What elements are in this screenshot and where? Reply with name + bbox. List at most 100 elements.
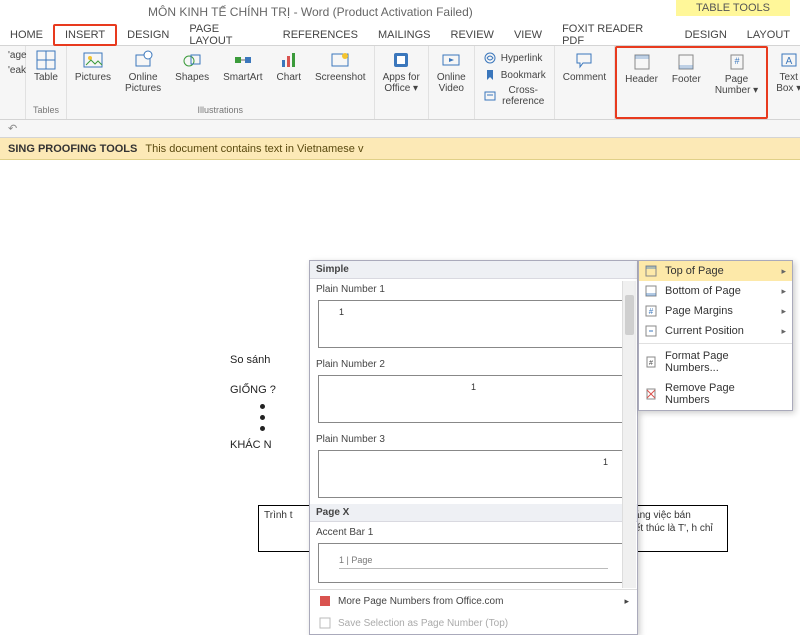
tab-home[interactable]: HOME	[0, 26, 53, 44]
tab-insert[interactable]: INSERT	[53, 24, 117, 46]
position-icon	[644, 324, 658, 338]
menu-format-numbers[interactable]: #Format Page Numbers...	[639, 346, 792, 378]
group-tables: Table Tables	[26, 46, 67, 119]
gallery-scrollbar[interactable]	[622, 281, 636, 588]
undo-icon[interactable]: ↶	[8, 122, 17, 135]
table-icon	[36, 50, 56, 70]
menu-current-position[interactable]: Current Position▸	[639, 321, 792, 341]
apps-button[interactable]: Apps for Office ▾	[379, 48, 424, 96]
bullet-icon	[260, 404, 265, 409]
video-icon	[441, 50, 461, 70]
tab-table-design[interactable]: DESIGN	[675, 26, 737, 44]
gallery-category: Simple	[310, 261, 637, 279]
pictures-button[interactable]: Pictures	[71, 48, 115, 85]
footer-icon	[676, 52, 696, 72]
tab-foxit[interactable]: FOXIT READER PDF	[552, 20, 675, 50]
gallery-preview-1[interactable]: 1	[318, 300, 629, 348]
chart-button[interactable]: Chart	[273, 48, 305, 85]
margins-icon: #	[644, 304, 658, 318]
bottom-page-icon	[644, 284, 658, 298]
chart-icon	[279, 50, 299, 70]
gallery-category: Page X	[310, 504, 637, 522]
comment-icon	[574, 50, 594, 70]
menu-page-margins[interactable]: #Page Margins▸	[639, 301, 792, 321]
tab-view[interactable]: VIEW	[504, 26, 552, 44]
group-pages: 'age 'eak	[0, 46, 26, 119]
apps-icon	[391, 50, 411, 70]
save-selection: Save Selection as Page Number (Top)	[310, 612, 637, 634]
gallery-option-label: Plain Number 1	[310, 279, 637, 298]
gallery-option-label: Accent Bar 1	[310, 522, 637, 541]
screenshot-icon	[330, 50, 350, 70]
header-icon	[632, 52, 652, 72]
table-button[interactable]: Table	[30, 48, 62, 85]
menu-top-of-page[interactable]: Top of Page▸	[639, 261, 792, 281]
office-icon	[318, 594, 332, 608]
comment-button[interactable]: Comment	[559, 48, 610, 85]
online-pictures-button[interactable]: Online Pictures	[121, 48, 165, 96]
tab-table-layout[interactable]: LAYOUT	[737, 26, 800, 44]
group-illustrations: Pictures Online Pictures Shapes SmartArt…	[67, 46, 375, 119]
gallery-option-label: Plain Number 2	[310, 354, 637, 373]
bullet-icon	[260, 426, 265, 431]
bookmark-icon	[483, 68, 497, 82]
bullet-icon	[260, 415, 265, 420]
window-title: MÔN KINH TẾ CHÍNH TRỊ - Word (Product Ac…	[148, 5, 473, 19]
shapes-button[interactable]: Shapes	[171, 48, 213, 85]
svg-text:#: #	[649, 307, 654, 316]
page-number-menu: Top of Page▸ Bottom of Page▸ #Page Margi…	[638, 260, 793, 411]
tab-mailings[interactable]: MAILINGS	[368, 26, 441, 44]
title-bar: MÔN KINH TẾ CHÍNH TRỊ - Word (Product Ac…	[0, 0, 800, 24]
save-icon	[318, 616, 332, 630]
hyperlink-icon	[483, 51, 497, 65]
menu-remove-numbers[interactable]: Remove Page Numbers	[639, 378, 792, 410]
tab-review[interactable]: REVIEW	[441, 26, 504, 44]
group-links: Hyperlink Bookmark Cross-reference	[475, 46, 555, 119]
msgbar-title: SING PROOFING TOOLS	[8, 143, 137, 155]
gallery-option-label: Plain Number 3	[310, 429, 637, 448]
remove-icon	[644, 387, 658, 401]
quick-access-bar: ↶	[0, 120, 800, 138]
online-pictures-icon	[133, 50, 153, 70]
smartart-button[interactable]: SmartArt	[219, 48, 266, 85]
table-tools-label: TABLE TOOLS	[676, 0, 790, 16]
gallery-preview-3[interactable]: 1	[318, 450, 629, 498]
hyperlink-button[interactable]: Hyperlink	[479, 50, 550, 66]
header-button[interactable]: Header	[621, 50, 662, 87]
group-label-tables: Tables	[30, 105, 62, 117]
menu-bottom-of-page[interactable]: Bottom of Page▸	[639, 281, 792, 301]
group-text: AText Box ▾ Quick Parts ▾ AWordArt	[768, 46, 800, 119]
online-video-button[interactable]: Online Video	[433, 48, 470, 96]
tab-references[interactable]: REFERENCES	[273, 26, 368, 44]
proofing-message-bar: SING PROOFING TOOLS This document contai…	[0, 138, 800, 160]
tab-page-layout[interactable]: PAGE LAYOUT	[179, 20, 272, 50]
group-label-illustrations: Illustrations	[71, 105, 370, 117]
crossref-icon	[483, 89, 497, 103]
gallery-preview-2[interactable]: 1	[318, 375, 629, 423]
ribbon-tabs: HOME INSERT DESIGN PAGE LAYOUT REFERENCE…	[0, 24, 800, 46]
ribbon: 'age 'eak Table Tables Pictures Online P…	[0, 46, 800, 120]
group-apps: Apps for Office ▾	[375, 46, 429, 119]
pagenum-icon: #	[727, 52, 747, 72]
group-media: Online Video	[429, 46, 475, 119]
svg-text:#: #	[649, 360, 653, 367]
text-box-button[interactable]: AText Box ▾	[772, 48, 800, 96]
page-number-gallery: Simple Plain Number 1 1 Plain Number 2 1…	[309, 260, 638, 635]
gallery-preview-4[interactable]: 1 | Page	[318, 543, 629, 583]
footer-button[interactable]: Footer	[668, 50, 705, 87]
textbox-icon: A	[779, 50, 799, 70]
screenshot-button[interactable]: Screenshot	[311, 48, 370, 85]
smartart-icon	[233, 50, 253, 70]
pictures-icon	[83, 50, 103, 70]
bookmark-button[interactable]: Bookmark	[479, 67, 550, 83]
msgbar-text: This document contains text in Vietnames…	[145, 143, 363, 155]
group-header-footer: Header Footer #Page Number ▾	[615, 46, 768, 119]
document-area: So sánh GIỐNG ? KHÁC N Trình t bằng việc…	[0, 160, 800, 580]
tab-design[interactable]: DESIGN	[117, 26, 179, 44]
top-page-icon	[644, 264, 658, 278]
svg-text:#: #	[734, 56, 739, 66]
format-icon: #	[644, 355, 658, 369]
cross-ref-button[interactable]: Cross-reference	[479, 84, 550, 108]
more-page-numbers[interactable]: More Page Numbers from Office.com▸	[310, 590, 637, 612]
page-number-button[interactable]: #Page Number ▾	[711, 50, 762, 98]
